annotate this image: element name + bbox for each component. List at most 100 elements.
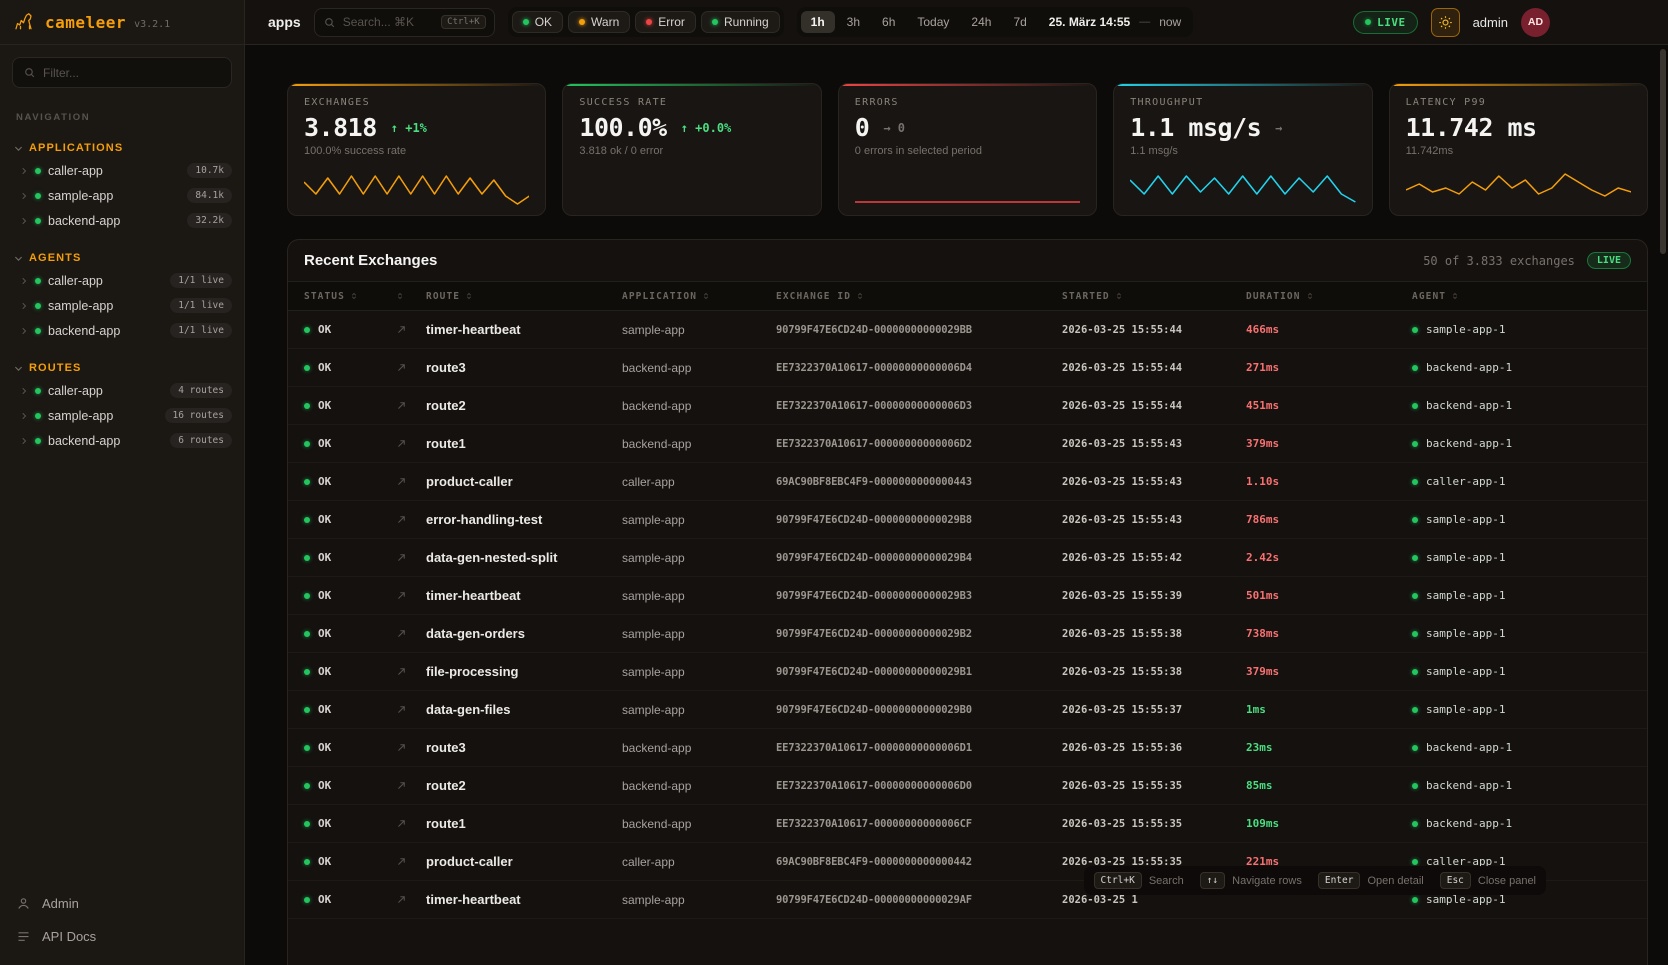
route-link-icon[interactable]: [396, 438, 426, 449]
sidebar-item-routes-sample-app[interactable]: sample-app16 routes: [0, 403, 244, 428]
app-logo[interactable]: cameleer v3.2.1: [0, 0, 244, 45]
date-range-label[interactable]: 25. März 14:55: [1049, 15, 1130, 29]
sidebar-item-applications-backend-app[interactable]: backend-app32.2k: [0, 208, 244, 233]
route-link-icon[interactable]: [396, 742, 426, 753]
sidebar-item-api-docs[interactable]: API Docs: [0, 920, 244, 953]
agent-cell: sample-app-1: [1412, 513, 1631, 526]
scrollbar-thumb[interactable]: [1660, 49, 1666, 254]
route-cell[interactable]: error-handling-test: [426, 512, 622, 527]
status-filter-running[interactable]: Running: [701, 11, 780, 33]
route-link-icon[interactable]: [396, 894, 426, 905]
column-header-exchange-id[interactable]: EXCHANGE ID: [776, 291, 1062, 302]
time-range-1h[interactable]: 1h: [801, 11, 835, 33]
exchange-row[interactable]: OKdata-gen-orderssample-app90799F47E6CD2…: [288, 615, 1647, 653]
route-cell[interactable]: timer-heartbeat: [426, 588, 622, 603]
route-cell[interactable]: route1: [426, 816, 622, 831]
nav-section-header-routes[interactable]: ROUTES: [0, 358, 244, 378]
started-cell: 2026-03-25 15:55:38: [1062, 666, 1246, 678]
exchange-row[interactable]: OKroute2backend-appEE7322370A10617-00000…: [288, 387, 1647, 425]
status-cell: OK: [304, 551, 396, 564]
table-live-badge[interactable]: LIVE: [1587, 252, 1631, 269]
status-cell: OK: [304, 361, 396, 374]
agent-cell: sample-app-1: [1412, 551, 1631, 564]
route-cell[interactable]: data-gen-orders: [426, 626, 622, 641]
column-header-status[interactable]: STATUS: [304, 291, 396, 302]
route-cell[interactable]: product-caller: [426, 854, 622, 869]
search-input[interactable]: Search... ⌘K Ctrl+K: [314, 8, 495, 37]
exchange-row[interactable]: OKroute2backend-appEE7322370A10617-00000…: [288, 767, 1647, 805]
exchange-row[interactable]: OKerror-handling-testsample-app90799F47E…: [288, 501, 1647, 539]
route-link-icon[interactable]: [396, 818, 426, 829]
time-range-6h[interactable]: 6h: [872, 11, 905, 33]
agent-cell: sample-app-1: [1412, 589, 1631, 602]
sidebar-item-routes-caller-app[interactable]: caller-app4 routes: [0, 378, 244, 403]
exchange-row[interactable]: OKproduct-callercaller-app69AC90BF8EBC4F…: [288, 463, 1647, 501]
route-link-icon[interactable]: [396, 324, 426, 335]
route-link-icon[interactable]: [396, 666, 426, 677]
sidebar-item-agents-sample-app[interactable]: sample-app1/1 live: [0, 293, 244, 318]
column-header-icon[interactable]: [396, 292, 426, 300]
status-filter-warn[interactable]: Warn: [568, 11, 630, 33]
time-range-7d[interactable]: 7d: [1003, 11, 1036, 33]
exchange-row[interactable]: OKroute3backend-appEE7322370A10617-00000…: [288, 349, 1647, 387]
sidebar-item-applications-caller-app[interactable]: caller-app10.7k: [0, 158, 244, 183]
route-cell[interactable]: product-caller: [426, 474, 622, 489]
route-cell[interactable]: route2: [426, 398, 622, 413]
sidebar-item-applications-sample-app[interactable]: sample-app84.1k: [0, 183, 244, 208]
route-cell[interactable]: timer-heartbeat: [426, 892, 622, 907]
nav-item-label: backend-app: [48, 434, 120, 448]
route-cell[interactable]: data-gen-nested-split: [426, 550, 622, 565]
exchange-row[interactable]: OKtimer-heartbeatsample-app90799F47E6CD2…: [288, 311, 1647, 349]
route-cell[interactable]: route3: [426, 740, 622, 755]
exchange-row[interactable]: OKroute1backend-appEE7322370A10617-00000…: [288, 805, 1647, 843]
exchange-row[interactable]: OKdata-gen-nested-splitsample-app90799F4…: [288, 539, 1647, 577]
exchange-row[interactable]: OKtimer-heartbeatsample-app90799F47E6CD2…: [288, 577, 1647, 615]
ok-dot: [304, 517, 310, 523]
exchange-row[interactable]: OKroute3backend-appEE7322370A10617-00000…: [288, 729, 1647, 767]
column-header-route[interactable]: ROUTE: [426, 291, 622, 302]
stat-subtext: 3.818 ok / 0 error: [579, 145, 804, 157]
live-indicator[interactable]: LIVE: [1353, 11, 1418, 34]
route-cell[interactable]: data-gen-files: [426, 702, 622, 717]
sidebar-filter-input[interactable]: Filter...: [12, 57, 232, 88]
route-cell[interactable]: route2: [426, 778, 622, 793]
column-header-duration[interactable]: DURATION: [1246, 291, 1412, 302]
route-link-icon[interactable]: [396, 362, 426, 373]
time-range-24h[interactable]: 24h: [961, 11, 1001, 33]
route-link-icon[interactable]: [396, 476, 426, 487]
status-filter-ok[interactable]: OK: [512, 11, 563, 33]
date-now-label[interactable]: now: [1159, 15, 1181, 29]
nav-section-header-agents[interactable]: AGENTS: [0, 248, 244, 268]
column-header-started[interactable]: STARTED: [1062, 291, 1246, 302]
status-cell: OK: [304, 893, 396, 906]
route-link-icon[interactable]: [396, 628, 426, 639]
sidebar-item-routes-backend-app[interactable]: backend-app6 routes: [0, 428, 244, 453]
route-cell[interactable]: timer-heartbeat: [426, 322, 622, 337]
route-link-icon[interactable]: [396, 514, 426, 525]
status-filter-error[interactable]: Error: [635, 11, 696, 33]
route-link-icon[interactable]: [396, 590, 426, 601]
theme-toggle-button[interactable]: [1431, 8, 1460, 37]
sidebar-item-agents-caller-app[interactable]: caller-app1/1 live: [0, 268, 244, 293]
route-cell[interactable]: route1: [426, 436, 622, 451]
exchange-row[interactable]: OKdata-gen-filessample-app90799F47E6CD24…: [288, 691, 1647, 729]
exchange-row[interactable]: OKfile-processingsample-app90799F47E6CD2…: [288, 653, 1647, 691]
time-range-today[interactable]: Today: [907, 11, 959, 33]
card-accent-line: [1114, 84, 1371, 86]
route-link-icon[interactable]: [396, 552, 426, 563]
sidebar-item-agents-backend-app[interactable]: backend-app1/1 live: [0, 318, 244, 343]
avatar[interactable]: AD: [1521, 8, 1550, 37]
agent-dot: [1412, 365, 1418, 371]
route-link-icon[interactable]: [396, 780, 426, 791]
time-range-3h[interactable]: 3h: [837, 11, 870, 33]
route-link-icon[interactable]: [396, 856, 426, 867]
route-cell[interactable]: route3: [426, 360, 622, 375]
exchange-row[interactable]: OKroute1backend-appEE7322370A10617-00000…: [288, 425, 1647, 463]
column-header-agent[interactable]: AGENT: [1412, 291, 1631, 302]
route-cell[interactable]: file-processing: [426, 664, 622, 679]
route-link-icon[interactable]: [396, 400, 426, 411]
sidebar-item-admin[interactable]: Admin: [0, 887, 244, 920]
column-header-application[interactable]: APPLICATION: [622, 291, 776, 302]
route-link-icon[interactable]: [396, 704, 426, 715]
nav-section-header-applications[interactable]: APPLICATIONS: [0, 138, 244, 158]
